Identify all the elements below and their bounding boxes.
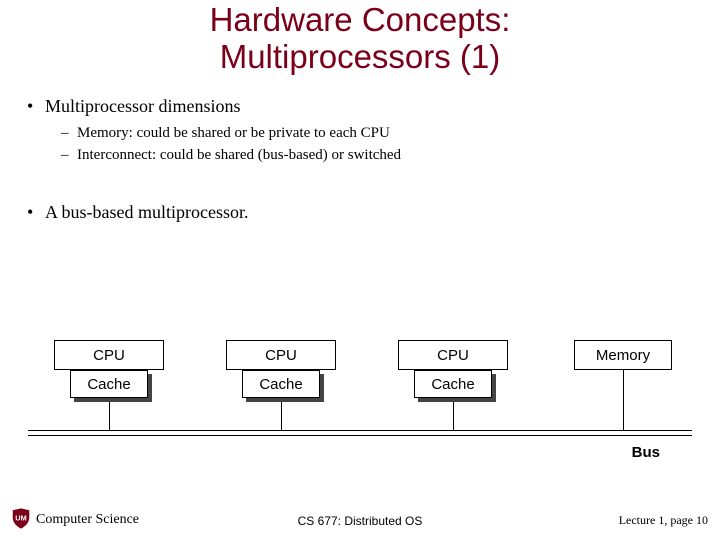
diagram-cpu-1: CPU [54, 340, 164, 370]
footer-course: CS 677: Distributed OS [0, 514, 720, 528]
footer-page: Lecture 1, page 10 [619, 513, 708, 528]
diagram-cache-3: Cache [414, 370, 492, 398]
bullet-1-sub-2: Interconnect: could be shared (bus-based… [65, 145, 687, 167]
bullet-2: A bus-based multiprocessor. [33, 202, 687, 223]
diagram-connector [623, 370, 624, 430]
diagram-cpu-2: CPU [226, 340, 336, 370]
bullet-1-sub-1: Memory: could be shared or be private to… [65, 123, 687, 145]
title-line-1: Hardware Concepts: [210, 1, 511, 38]
bullet-1: Multiprocessor dimensions Memory: could … [33, 96, 687, 167]
diagram-bus-line [28, 430, 692, 431]
diagram-bus-label: Bus [632, 444, 660, 461]
diagram-memory: Memory [574, 340, 672, 370]
bullet-1-text: Multiprocessor dimensions [45, 96, 241, 116]
diagram-connector [281, 402, 282, 430]
slide-title: Hardware Concepts: Multiprocessors (1) [0, 0, 720, 76]
title-line-2: Multiprocessors (1) [220, 38, 501, 75]
slide-footer: UM Computer Science CS 677: Distributed … [0, 508, 720, 534]
diagram-cpu-3: CPU [398, 340, 508, 370]
diagram-connector [453, 402, 454, 430]
diagram-connector [109, 402, 110, 430]
slide-content: Multiprocessor dimensions Memory: could … [0, 76, 720, 224]
bus-diagram: CPU Cache CPU Cache CPU Cache Memory Bus [28, 340, 692, 480]
diagram-cache-1: Cache [70, 370, 148, 398]
diagram-bus-line [28, 435, 692, 436]
diagram-cache-2: Cache [242, 370, 320, 398]
